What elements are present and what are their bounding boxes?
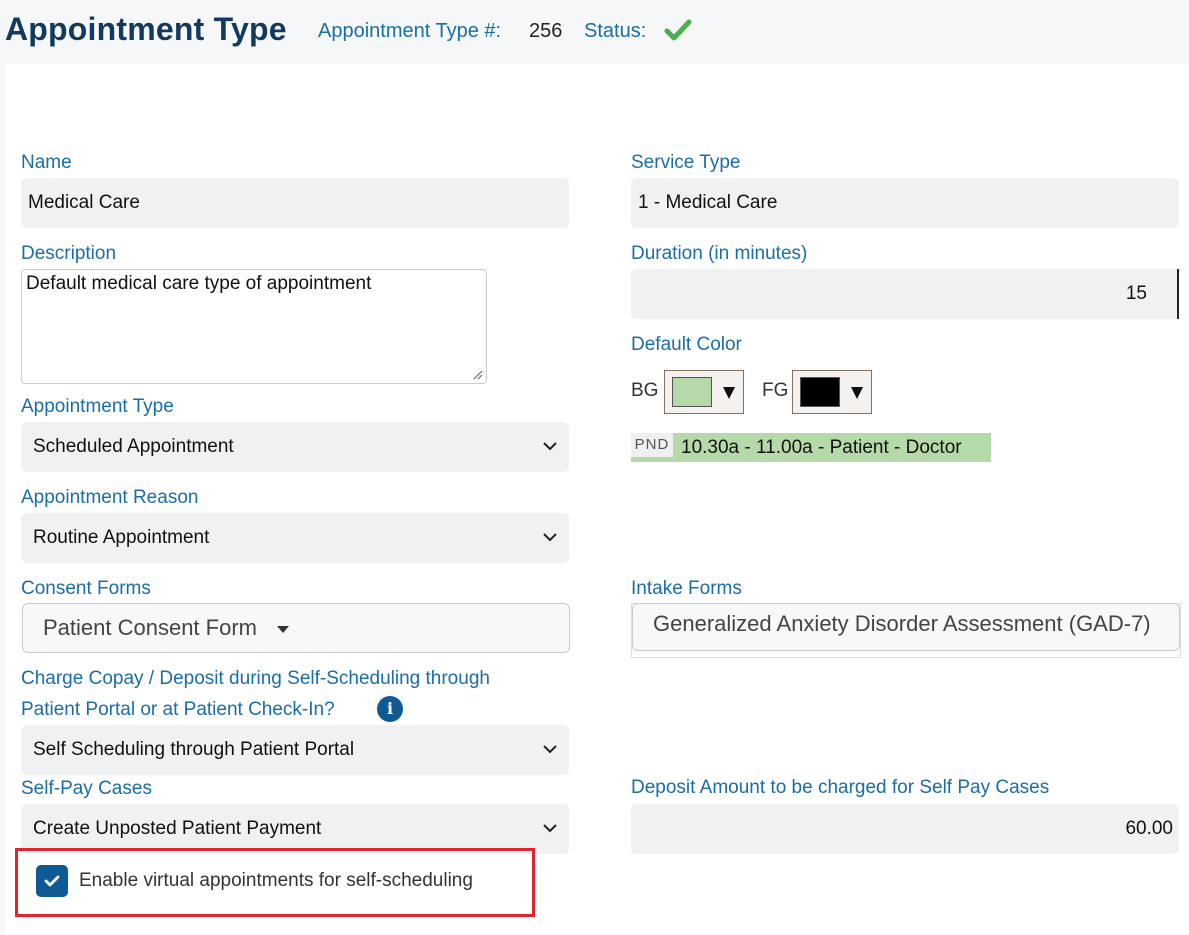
consent-forms-multiselect[interactable]: Patient Consent Form (22, 603, 570, 653)
appointment-reason-label: Appointment Reason (21, 487, 199, 508)
charge-copay-value: Self Scheduling through Patient Portal (33, 739, 355, 760)
chevron-down-icon (543, 745, 557, 754)
fg-color-swatch (800, 377, 840, 407)
chevron-down-icon (543, 824, 557, 833)
resize-grip-icon[interactable] (471, 368, 483, 380)
dropdown-arrow-icon (851, 387, 863, 399)
caret-down-icon (276, 625, 289, 633)
self-pay-cases-select[interactable]: Create Unposted Patient Payment (21, 804, 569, 854)
consent-forms-label: Consent Forms (21, 578, 151, 599)
appointment-reason-value: Routine Appointment (33, 527, 210, 548)
virtual-appointments-checkbox[interactable] (36, 865, 68, 897)
name-label: Name (21, 152, 72, 173)
type-number-value: 256 (529, 20, 563, 42)
charge-copay-label-line1: Charge Copay / Deposit during Self-Sched… (21, 668, 490, 689)
page-title: Appointment Type (5, 11, 287, 47)
intake-forms-multiselect[interactable]: Generalized Anxiety Disorder Assessment … (632, 603, 1180, 651)
chevron-down-icon (543, 442, 557, 451)
duration-label: Duration (in minutes) (631, 243, 808, 264)
status-label: Status: (584, 20, 647, 42)
page-header: Appointment Type Appointment Type #: 256… (0, 0, 1189, 64)
charge-copay-select[interactable]: Self Scheduling through Patient Portal (21, 725, 569, 775)
bg-color-swatch (672, 377, 712, 407)
service-type-label: Service Type (631, 152, 741, 173)
color-preview: PND 10.30a - 11.00a - Patient - Doctor (631, 433, 991, 462)
fg-label: FG (762, 380, 789, 401)
type-number-label: Appointment Type #: (318, 20, 502, 42)
preview-text: 10.30a - 11.00a - Patient - Doctor (681, 437, 962, 458)
checkmark-icon (44, 875, 60, 887)
dropdown-arrow-icon (723, 387, 735, 399)
check-icon (664, 19, 692, 41)
self-pay-cases-label: Self-Pay Cases (21, 778, 152, 799)
appointment-type-select[interactable]: Scheduled Appointment (21, 422, 569, 472)
fg-color-picker[interactable] (792, 370, 872, 414)
service-type-input[interactable]: 1 - Medical Care (631, 178, 1179, 228)
self-pay-cases-value: Create Unposted Patient Payment (33, 818, 322, 839)
description-label: Description (21, 243, 117, 264)
deposit-amount-label: Deposit Amount to be charged for Self Pa… (631, 777, 1050, 798)
virtual-appointments-label[interactable]: Enable virtual appointments for self-sch… (79, 870, 473, 892)
name-input[interactable]: Medical Care (21, 178, 569, 228)
description-text: Default medical care type of appointment (26, 273, 372, 294)
preview-status-badge: PND (631, 433, 673, 457)
charge-copay-label-line2: Patient Portal or at Patient Check-In? (21, 699, 335, 720)
intake-forms-value: Generalized Anxiety Disorder Assessment … (653, 611, 1151, 636)
consent-forms-value: Patient Consent Form (43, 615, 257, 640)
info-icon[interactable]: i (377, 696, 403, 722)
bg-color-picker[interactable] (664, 370, 744, 414)
appointment-type-label: Appointment Type (21, 396, 174, 417)
deposit-amount-input[interactable]: 60.00 (631, 804, 1179, 854)
chevron-down-icon (543, 533, 557, 542)
bg-label: BG (631, 380, 659, 401)
default-color-label: Default Color (631, 334, 742, 355)
description-textarea[interactable]: Default medical care type of appointment (21, 269, 487, 384)
duration-input[interactable]: 15 (631, 269, 1179, 319)
appointment-reason-select[interactable]: Routine Appointment (21, 513, 569, 563)
appointment-type-value: Scheduled Appointment (33, 436, 234, 457)
intake-forms-label: Intake Forms (631, 578, 742, 599)
